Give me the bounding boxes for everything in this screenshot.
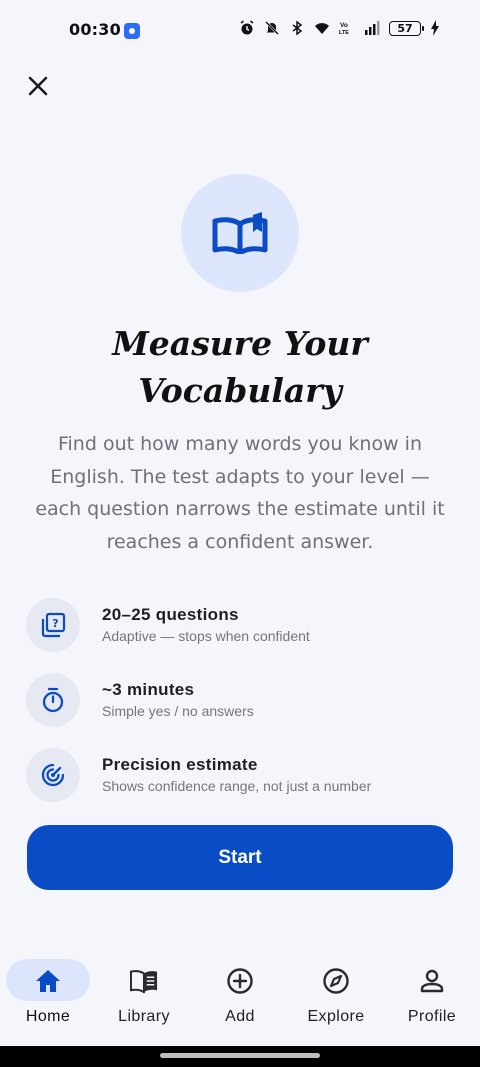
- open-book-icon: [212, 212, 268, 254]
- feature-item-questions: ? 20–25 questions Adaptive — stops when …: [26, 598, 456, 673]
- svg-text:Vo: Vo: [340, 22, 348, 29]
- person-icon[interactable]: [418, 967, 446, 995]
- bottom-navigation: Home Library Add Explore Profile: [0, 952, 480, 1046]
- nav-label: Profile: [407, 1008, 457, 1025]
- feature-subtitle: Simple yes / no answers: [102, 703, 254, 719]
- system-gesture-bar: [0, 1046, 480, 1067]
- hero-icon-circle: [181, 174, 299, 292]
- svg-text:LTE: LTE: [339, 30, 349, 36]
- library-book-icon[interactable]: [130, 967, 158, 995]
- radar-target-icon: [26, 748, 80, 802]
- nav-label: Home: [25, 1008, 71, 1025]
- timer-icon: [26, 673, 80, 727]
- nav-label: Add: [225, 1008, 255, 1025]
- page-title: Measure Your Vocabulary: [40, 320, 440, 414]
- nav-item-home[interactable]: Home: [0, 952, 96, 1046]
- description-text: Find out how many words you know in Engl…: [35, 433, 445, 553]
- alarm-icon: [240, 20, 254, 35]
- add-circle-icon[interactable]: [226, 967, 254, 995]
- home-gesture-handle[interactable]: [160, 1053, 320, 1058]
- title-line-2: Vocabulary: [138, 371, 342, 410]
- charging-icon: [431, 20, 439, 36]
- volte-icon: VoLTE: [339, 22, 349, 36]
- feature-title: Precision estimate: [102, 755, 258, 774]
- close-icon[interactable]: [27, 75, 49, 97]
- nav-item-add[interactable]: Add: [192, 952, 288, 1046]
- home-icon[interactable]: [34, 967, 62, 995]
- feature-title: ~3 minutes: [102, 680, 195, 699]
- compass-icon[interactable]: [322, 967, 350, 995]
- nav-item-explore[interactable]: Explore: [288, 952, 384, 1046]
- wifi-icon: [315, 23, 329, 34]
- feature-subtitle: Shows confidence range, not just a numbe…: [102, 778, 372, 794]
- status-icons: Vo LTE 57: [239, 20, 440, 36]
- feature-item-precision: Precision estimate Shows confidence rang…: [26, 748, 456, 823]
- status-bar: 00:30 Vo LTE 57: [0, 0, 480, 60]
- status-time: 00:30: [69, 20, 121, 39]
- nav-label: Library: [118, 1008, 170, 1025]
- start-button[interactable]: Start: [27, 825, 453, 890]
- nav-label: Explore: [307, 1008, 365, 1025]
- quiz-icon: ?: [26, 598, 80, 652]
- feature-list: ? 20–25 questions Adaptive — stops when …: [26, 598, 456, 823]
- feature-title: 20–25 questions: [102, 605, 239, 624]
- nav-item-library[interactable]: Library: [96, 952, 192, 1046]
- title-line-1: Measure Your: [112, 324, 368, 363]
- signal-icon: [365, 21, 380, 35]
- feature-item-duration: ~3 minutes Simple yes / no answers: [26, 673, 456, 748]
- notification-app-icon: [124, 23, 140, 39]
- battery-indicator: 57: [389, 20, 424, 36]
- bluetooth-icon: [292, 20, 303, 36]
- muted-bell-icon: [265, 21, 279, 35]
- feature-subtitle: Adaptive — stops when confident: [102, 628, 310, 644]
- close-button[interactable]: [22, 70, 54, 102]
- nav-item-profile[interactable]: Profile: [384, 952, 480, 1046]
- svg-text:?: ?: [52, 617, 58, 630]
